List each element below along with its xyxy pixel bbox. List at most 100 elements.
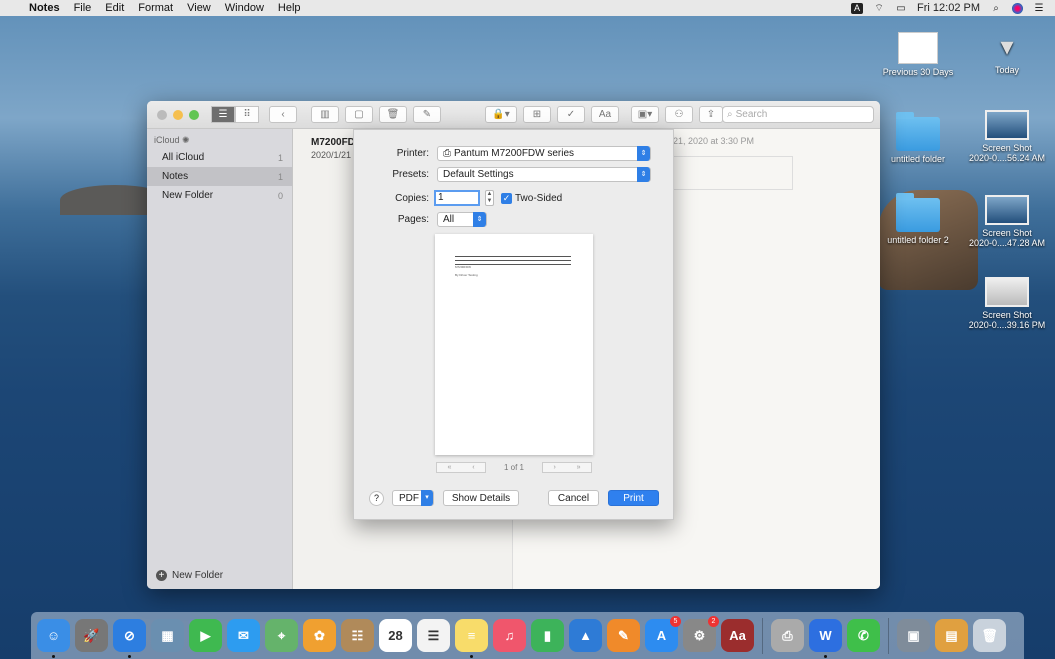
- gallery-view-icon[interactable]: ⠿: [235, 106, 259, 123]
- dock-image-capture-icon[interactable]: ▣: [897, 619, 930, 652]
- presets-select[interactable]: Default Settings ⇕: [437, 167, 651, 182]
- search-icon: ⌕: [727, 109, 733, 120]
- two-sided-checkbox[interactable]: ✓: [501, 193, 512, 204]
- dock: ☺ 🚀 ⊘ ▦ ▶ ✉ ⌖ ✿ ☷ 28 ☰ ≡ ♫ ▮ ▲ ✎ A 5 ⚙ 2 Aa ⎙ W ✆ ▣ ▤ 🗑: [31, 612, 1024, 659]
- desktop-item-previous-30-days[interactable]: Previous 30 Days: [873, 32, 963, 77]
- desktop-item-today[interactable]: ▾ Today: [962, 30, 1052, 75]
- chevron-updown-icon: ⇕: [473, 212, 486, 227]
- pages-select[interactable]: All ⇕: [437, 212, 487, 227]
- dock-messages-icon[interactable]: ✉: [227, 619, 260, 652]
- dock-facetime-icon[interactable]: ▶: [189, 619, 222, 652]
- copies-stepper[interactable]: ▲ ▼: [485, 190, 494, 206]
- printer-icon: ⎙: [443, 148, 451, 159]
- dock-reminders-icon[interactable]: ☰: [417, 619, 450, 652]
- collaborate-icon[interactable]: ⚇: [665, 106, 693, 123]
- dock-calendar-icon[interactable]: 28: [379, 619, 412, 652]
- menu-window[interactable]: Window: [218, 2, 271, 14]
- back-icon[interactable]: ‹: [269, 106, 297, 123]
- first-page-icon[interactable]: «: [447, 464, 451, 471]
- zoom-window-button[interactable]: [189, 109, 199, 120]
- running-indicator: [470, 655, 473, 658]
- dock-notes-icon[interactable]: ≡: [455, 619, 488, 658]
- menu-format[interactable]: Format: [131, 2, 180, 14]
- menu-edit[interactable]: Edit: [98, 2, 131, 14]
- dock-preview-icon[interactable]: ▦: [151, 619, 184, 652]
- sidebar-header: iCloud ✺: [154, 135, 190, 145]
- dock-numbers-icon[interactable]: ▮: [531, 619, 564, 652]
- dock-archive-icon[interactable]: ▤: [935, 619, 968, 652]
- desktop-item-screenshot-2[interactable]: Screen Shot 2020-0....47.28 AM: [962, 195, 1052, 248]
- preview-text-title: M7200FDW: [455, 265, 472, 269]
- dock-trash-icon[interactable]: 🗑: [973, 619, 1006, 652]
- help-button[interactable]: ?: [369, 491, 384, 506]
- pdf-menu-button[interactable]: PDF ▾: [392, 490, 434, 506]
- desktop-item-screenshot-3[interactable]: Screen Shot 2020-0....39.16 PM: [962, 277, 1052, 330]
- show-details-button[interactable]: Show Details: [443, 490, 519, 506]
- share-icon[interactable]: ⇪: [699, 106, 723, 123]
- dock-safari-icon[interactable]: ⊘: [113, 619, 146, 658]
- format-icon[interactable]: Aa: [591, 106, 619, 123]
- dock-contacts-icon[interactable]: ☷: [341, 619, 374, 652]
- table-icon[interactable]: ⊞: [523, 106, 551, 123]
- dock-keynote-icon[interactable]: ▲: [569, 619, 602, 652]
- print-button[interactable]: Print: [608, 490, 659, 506]
- sidebar-toggle-icon[interactable]: ▥: [311, 106, 339, 123]
- next-page-icon[interactable]: ›: [553, 464, 555, 471]
- dock-separator: [888, 617, 889, 654]
- dock-wechat-icon[interactable]: ✆: [847, 619, 880, 652]
- spotlight-search-icon[interactable]: ⌕: [990, 3, 1002, 14]
- dock-wps-icon[interactable]: W: [809, 619, 842, 658]
- desktop-item-screenshot-1[interactable]: Screen Shot 2020-0....56.24 AM: [962, 110, 1052, 163]
- sidebar-item-new-folder[interactable]: New Folder 0: [147, 186, 292, 205]
- attachments-icon[interactable]: ▢: [345, 106, 373, 123]
- new-folder-button[interactable]: + New Folder: [156, 570, 223, 581]
- menubar: Notes File Edit Format View Window Help …: [0, 0, 1055, 16]
- copies-input[interactable]: 1: [434, 190, 480, 206]
- cancel-button[interactable]: Cancel: [548, 490, 599, 506]
- lock-icon[interactable]: 🔒▾: [485, 106, 517, 123]
- dock-app-store-icon[interactable]: A5: [645, 616, 681, 652]
- previous-page-icon[interactable]: ‹: [472, 464, 474, 471]
- battery-icon[interactable]: ▭: [895, 3, 907, 14]
- list-view-icon[interactable]: ☰: [211, 106, 235, 123]
- last-page-icon[interactable]: »: [577, 464, 581, 471]
- menu-help[interactable]: Help: [271, 2, 308, 14]
- printer-select[interactable]: ⎙ Pantum M7200FDW series ⇕: [437, 146, 651, 161]
- menu-app-name[interactable]: Notes: [22, 2, 67, 14]
- dock-system-preferences-icon[interactable]: ⚙ 2: [683, 616, 719, 652]
- wifi-icon[interactable]: ⌔: [873, 3, 885, 14]
- desktop-item-untitled-folder[interactable]: untitled folder: [873, 112, 963, 164]
- menu-view[interactable]: View: [180, 2, 218, 14]
- sidebar-item-all-icloud[interactable]: All iCloud 1: [147, 148, 292, 167]
- note-table[interactable]: [673, 156, 793, 190]
- page-indicator: 1 of 1: [503, 463, 524, 472]
- close-window-button[interactable]: [157, 109, 167, 120]
- notification-center-icon[interactable]: ☰: [1033, 3, 1045, 14]
- dock-printer-queue-icon[interactable]: ⎙: [771, 619, 804, 652]
- desktop-item-untitled-folder-2[interactable]: untitled folder 2: [873, 193, 963, 245]
- siri-icon[interactable]: [1012, 2, 1023, 14]
- search-input[interactable]: ⌕ Search: [722, 106, 874, 123]
- media-icon[interactable]: ▣▾: [631, 106, 659, 123]
- dock-pages-icon[interactable]: ✎: [607, 619, 640, 652]
- download-folder-icon: ▾: [1000, 31, 1014, 61]
- dock-photos-icon[interactable]: ✿: [303, 619, 336, 652]
- dock-music-icon[interactable]: ♫: [493, 619, 526, 652]
- notification-badge: 5: [670, 616, 681, 627]
- chevron-updown-icon: ⇕: [637, 146, 650, 161]
- dock-maps-icon[interactable]: ⌖: [265, 619, 298, 652]
- dock-finder-icon[interactable]: ☺: [37, 619, 70, 658]
- minimize-window-button[interactable]: [173, 109, 183, 120]
- dock-launchpad-icon[interactable]: 🚀: [75, 619, 108, 652]
- clock[interactable]: Fri 12:02 PM: [917, 2, 980, 14]
- sidebar-item-notes[interactable]: Notes 1: [147, 167, 292, 186]
- dock-dictionary-icon[interactable]: Aa: [721, 619, 754, 652]
- checklist-icon[interactable]: ✓: [557, 106, 585, 123]
- menu-file[interactable]: File: [67, 2, 99, 14]
- pages-label: Pages:: [397, 214, 429, 225]
- input-source-icon[interactable]: A: [851, 2, 864, 14]
- delete-icon[interactable]: 🗑: [379, 106, 407, 123]
- screenshot-thumbnail-icon: [985, 277, 1029, 307]
- compose-icon[interactable]: ✎: [413, 106, 441, 123]
- screenshot-thumbnail-icon: [985, 110, 1029, 140]
